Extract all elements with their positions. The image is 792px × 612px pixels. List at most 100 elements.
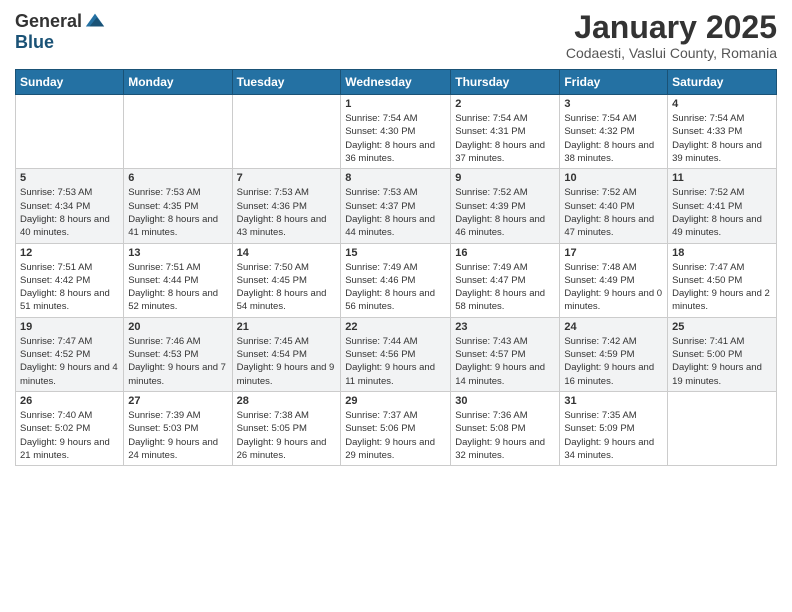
day-number: 17 [564,247,663,259]
calendar-cell: 26 Sunrise: 7:40 AM Sunset: 5:02 PM Dayli… [16,391,124,465]
day-info: Sunrise: 7:52 AM Sunset: 4:41 PM Dayligh… [672,186,772,239]
day-number: 25 [672,321,772,333]
calendar-week-5: 26 Sunrise: 7:40 AM Sunset: 5:02 PM Dayli… [16,391,777,465]
calendar-cell [16,95,124,169]
day-info: Sunrise: 7:40 AM Sunset: 5:02 PM Dayligh… [20,409,119,462]
calendar-cell: 31 Sunrise: 7:35 AM Sunset: 5:09 PM Dayli… [560,391,668,465]
day-number: 7 [237,172,337,184]
calendar-week-3: 12 Sunrise: 7:51 AM Sunset: 4:42 PM Dayli… [16,243,777,317]
day-number: 26 [20,395,119,407]
day-info: Sunrise: 7:49 AM Sunset: 4:47 PM Dayligh… [455,261,555,314]
day-number: 8 [345,172,446,184]
day-number: 15 [345,247,446,259]
title-block: January 2025 Codaesti, Vaslui County, Ro… [566,10,777,61]
calendar-cell: 29 Sunrise: 7:37 AM Sunset: 5:06 PM Dayli… [341,391,451,465]
day-info: Sunrise: 7:46 AM Sunset: 4:53 PM Dayligh… [128,335,227,388]
day-info: Sunrise: 7:48 AM Sunset: 4:49 PM Dayligh… [564,261,663,314]
day-info: Sunrise: 7:51 AM Sunset: 4:42 PM Dayligh… [20,261,119,314]
day-info: Sunrise: 7:50 AM Sunset: 4:45 PM Dayligh… [237,261,337,314]
day-number: 16 [455,247,555,259]
calendar-table: SundayMondayTuesdayWednesdayThursdayFrid… [15,69,777,466]
calendar-cell: 2 Sunrise: 7:54 AM Sunset: 4:31 PM Daylig… [451,95,560,169]
calendar-cell: 1Sunrise: 7:54 AM Sunset: 4:30 PM Daylig… [341,95,451,169]
day-info: Sunrise: 7:52 AM Sunset: 4:40 PM Dayligh… [564,186,663,239]
calendar-cell: 17 Sunrise: 7:48 AM Sunset: 4:49 PM Dayli… [560,243,668,317]
day-number: 23 [455,321,555,333]
day-number: 20 [128,321,227,333]
calendar-cell: 19Sunrise: 7:47 AM Sunset: 4:52 PM Dayli… [16,317,124,391]
day-number: 5 [20,172,119,184]
calendar-cell: 28 Sunrise: 7:38 AM Sunset: 5:05 PM Dayli… [232,391,341,465]
day-number: 12 [20,247,119,259]
calendar-week-1: 1Sunrise: 7:54 AM Sunset: 4:30 PM Daylig… [16,95,777,169]
day-info: Sunrise: 7:53 AM Sunset: 4:37 PM Dayligh… [345,186,446,239]
day-number: 28 [237,395,337,407]
calendar-cell: 11 Sunrise: 7:52 AM Sunset: 4:41 PM Dayli… [668,169,777,243]
subtitle: Codaesti, Vaslui County, Romania [566,45,777,61]
day-info: Sunrise: 7:42 AM Sunset: 4:59 PM Dayligh… [564,335,663,388]
logo-icon [84,10,106,32]
calendar-header-sunday: Sunday [16,70,124,95]
calendar-cell: 7 Sunrise: 7:53 AM Sunset: 4:36 PM Daylig… [232,169,341,243]
calendar-cell: 18 Sunrise: 7:47 AM Sunset: 4:50 PM Dayli… [668,243,777,317]
day-info: Sunrise: 7:44 AM Sunset: 4:56 PM Dayligh… [345,335,446,388]
calendar-header-thursday: Thursday [451,70,560,95]
calendar-header-friday: Friday [560,70,668,95]
day-info: Sunrise: 7:52 AM Sunset: 4:39 PM Dayligh… [455,186,555,239]
day-number: 29 [345,395,446,407]
day-number: 31 [564,395,663,407]
day-number: 9 [455,172,555,184]
day-number: 3 [564,98,663,110]
calendar-header-monday: Monday [124,70,232,95]
calendar-header-tuesday: Tuesday [232,70,341,95]
day-number: 4 [672,98,772,110]
day-info: Sunrise: 7:39 AM Sunset: 5:03 PM Dayligh… [128,409,227,462]
month-title: January 2025 [566,10,777,45]
day-info: Sunrise: 7:35 AM Sunset: 5:09 PM Dayligh… [564,409,663,462]
logo-text: General [15,10,106,32]
calendar-cell: 16 Sunrise: 7:49 AM Sunset: 4:47 PM Dayli… [451,243,560,317]
calendar-header-row: SundayMondayTuesdayWednesdayThursdayFrid… [16,70,777,95]
day-info: Sunrise: 7:53 AM Sunset: 4:35 PM Dayligh… [128,186,227,239]
calendar-cell [124,95,232,169]
day-info: Sunrise: 7:43 AM Sunset: 4:57 PM Dayligh… [455,335,555,388]
day-number: 6 [128,172,227,184]
day-number: 18 [672,247,772,259]
day-number: 2 [455,98,555,110]
calendar-cell: 6 Sunrise: 7:53 AM Sunset: 4:35 PM Daylig… [124,169,232,243]
day-info: Sunrise: 7:38 AM Sunset: 5:05 PM Dayligh… [237,409,337,462]
calendar-cell: 4 Sunrise: 7:54 AM Sunset: 4:33 PM Daylig… [668,95,777,169]
logo-general: General [15,11,82,32]
day-info: Sunrise: 7:45 AM Sunset: 4:54 PM Dayligh… [237,335,337,388]
calendar-cell: 23 Sunrise: 7:43 AM Sunset: 4:57 PM Dayli… [451,317,560,391]
calendar-cell [232,95,341,169]
calendar-cell: 27 Sunrise: 7:39 AM Sunset: 5:03 PM Dayli… [124,391,232,465]
calendar-cell: 14 Sunrise: 7:50 AM Sunset: 4:45 PM Dayli… [232,243,341,317]
day-info: Sunrise: 7:47 AM Sunset: 4:50 PM Dayligh… [672,261,772,314]
day-info: Sunrise: 7:54 AM Sunset: 4:31 PM Dayligh… [455,112,555,165]
day-info: Sunrise: 7:54 AM Sunset: 4:33 PM Dayligh… [672,112,772,165]
calendar-cell: 20 Sunrise: 7:46 AM Sunset: 4:53 PM Dayli… [124,317,232,391]
calendar-cell: 22 Sunrise: 7:44 AM Sunset: 4:56 PM Dayli… [341,317,451,391]
day-number: 24 [564,321,663,333]
day-number: 22 [345,321,446,333]
day-info: Sunrise: 7:54 AM Sunset: 4:30 PM Dayligh… [345,112,446,165]
calendar-cell: 15Sunrise: 7:49 AM Sunset: 4:46 PM Dayli… [341,243,451,317]
day-info: Sunrise: 7:53 AM Sunset: 4:34 PM Dayligh… [20,186,119,239]
calendar-cell: 24 Sunrise: 7:42 AM Sunset: 4:59 PM Dayli… [560,317,668,391]
calendar-cell: 25 Sunrise: 7:41 AM Sunset: 5:00 PM Dayli… [668,317,777,391]
day-info: Sunrise: 7:36 AM Sunset: 5:08 PM Dayligh… [455,409,555,462]
calendar-cell: 8 Sunrise: 7:53 AM Sunset: 4:37 PM Daylig… [341,169,451,243]
day-number: 11 [672,172,772,184]
day-info: Sunrise: 7:41 AM Sunset: 5:00 PM Dayligh… [672,335,772,388]
page: General Blue January 2025 Codaesti, Vasl… [0,0,792,476]
day-info: Sunrise: 7:53 AM Sunset: 4:36 PM Dayligh… [237,186,337,239]
day-number: 27 [128,395,227,407]
calendar-cell: 13Sunrise: 7:51 AM Sunset: 4:44 PM Dayli… [124,243,232,317]
day-info: Sunrise: 7:37 AM Sunset: 5:06 PM Dayligh… [345,409,446,462]
calendar-cell: 21 Sunrise: 7:45 AM Sunset: 4:54 PM Dayli… [232,317,341,391]
day-info: Sunrise: 7:47 AM Sunset: 4:52 PM Dayligh… [20,335,119,388]
day-number: 10 [564,172,663,184]
day-number: 21 [237,321,337,333]
day-number: 14 [237,247,337,259]
